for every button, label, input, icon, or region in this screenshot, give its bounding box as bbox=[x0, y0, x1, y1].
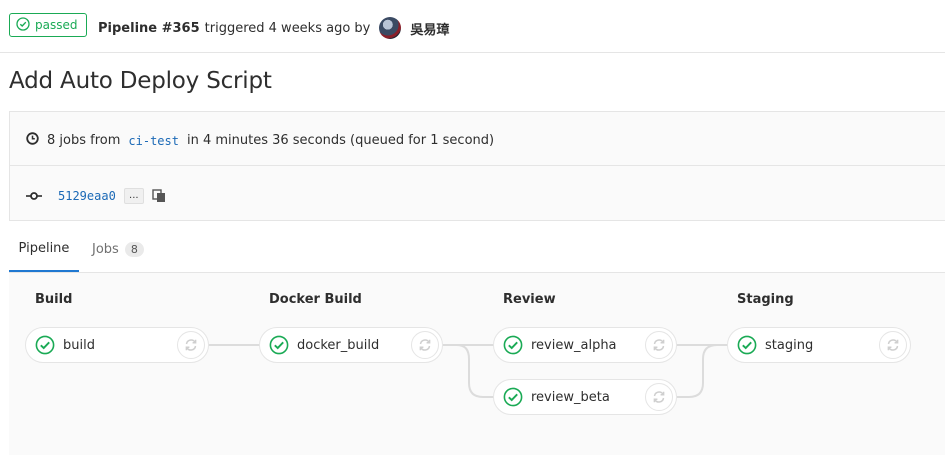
tab-jobs-label: Jobs bbox=[92, 241, 119, 257]
retry-icon bbox=[653, 339, 665, 351]
job-name: docker_build bbox=[297, 337, 380, 353]
success-icon bbox=[35, 335, 55, 355]
check-circle-icon bbox=[16, 16, 30, 34]
expand-commit-button[interactable]: ... bbox=[123, 187, 144, 204]
tab-pipeline-label: Pipeline bbox=[18, 240, 70, 256]
stage-connectors bbox=[209, 344, 729, 398]
job-staging[interactable]: staging bbox=[727, 327, 911, 363]
status-text: passed bbox=[35, 18, 78, 32]
tab-jobs[interactable]: Jobs 8 bbox=[92, 226, 144, 272]
job-name: review_alpha bbox=[531, 337, 617, 353]
job-docker-build[interactable]: docker_build bbox=[259, 327, 443, 363]
stage-title-staging: Staging bbox=[737, 292, 794, 307]
retry-button[interactable] bbox=[645, 331, 673, 359]
success-icon bbox=[737, 335, 757, 355]
tab-pipeline[interactable]: Pipeline bbox=[9, 226, 79, 272]
pipeline-header: passed Pipeline #365 triggered 4 weeks a… bbox=[0, 0, 945, 53]
job-build[interactable]: build bbox=[25, 327, 209, 363]
branch-link[interactable]: ci-test bbox=[128, 134, 179, 148]
avatar[interactable] bbox=[379, 17, 402, 39]
divider bbox=[10, 165, 945, 166]
commit-sha-link[interactable]: 5129eaa0 bbox=[58, 189, 116, 203]
commit-icon bbox=[26, 186, 42, 205]
commit-row: 5129eaa0 ... bbox=[26, 186, 166, 205]
duration-text: in 4 minutes 36 seconds (queued for 1 se… bbox=[186, 133, 495, 148]
status-badge[interactable]: passed bbox=[9, 13, 88, 37]
stage-title-build: Build bbox=[35, 292, 73, 307]
retry-button[interactable] bbox=[879, 331, 907, 359]
copy-icon[interactable] bbox=[152, 188, 166, 203]
pipeline-graph: Build Docker Build Review Staging build … bbox=[9, 273, 945, 455]
success-icon bbox=[503, 335, 523, 355]
jobs-count-badge: 8 bbox=[124, 241, 144, 257]
job-name: build bbox=[63, 337, 95, 353]
job-review-alpha[interactable]: review_alpha bbox=[493, 327, 677, 363]
stage-title-docker-build: Docker Build bbox=[269, 292, 362, 307]
jobs-prefix: 8 jobs from bbox=[47, 133, 121, 148]
job-review-beta[interactable]: review_beta bbox=[493, 379, 677, 415]
retry-button[interactable] bbox=[411, 331, 439, 359]
retry-button[interactable] bbox=[177, 331, 205, 359]
page-title: Add Auto Deploy Script bbox=[9, 68, 272, 94]
pipeline-tabs: Pipeline Jobs 8 bbox=[9, 226, 945, 273]
retry-icon bbox=[653, 391, 665, 403]
retry-icon bbox=[185, 339, 197, 351]
job-name: review_beta bbox=[531, 389, 610, 405]
retry-icon bbox=[887, 339, 899, 351]
jobs-summary: 8 jobs from ci-test in 4 minutes 36 seco… bbox=[26, 132, 494, 149]
success-icon bbox=[503, 387, 523, 407]
stage-title-review: Review bbox=[503, 292, 556, 307]
clock-icon bbox=[26, 132, 39, 149]
pipeline-info: 8 jobs from ci-test in 4 minutes 36 seco… bbox=[9, 111, 945, 221]
pipeline-meta: Pipeline #365 triggered 4 weeks ago by 吳… bbox=[98, 17, 449, 39]
triggered-text: triggered 4 weeks ago by bbox=[204, 20, 371, 36]
job-name: staging bbox=[765, 337, 814, 353]
success-icon bbox=[269, 335, 289, 355]
retry-button[interactable] bbox=[645, 383, 673, 411]
user-name-link[interactable]: 吳易璋 bbox=[410, 19, 449, 38]
retry-icon bbox=[419, 339, 431, 351]
pipeline-id: Pipeline #365 bbox=[98, 20, 200, 36]
